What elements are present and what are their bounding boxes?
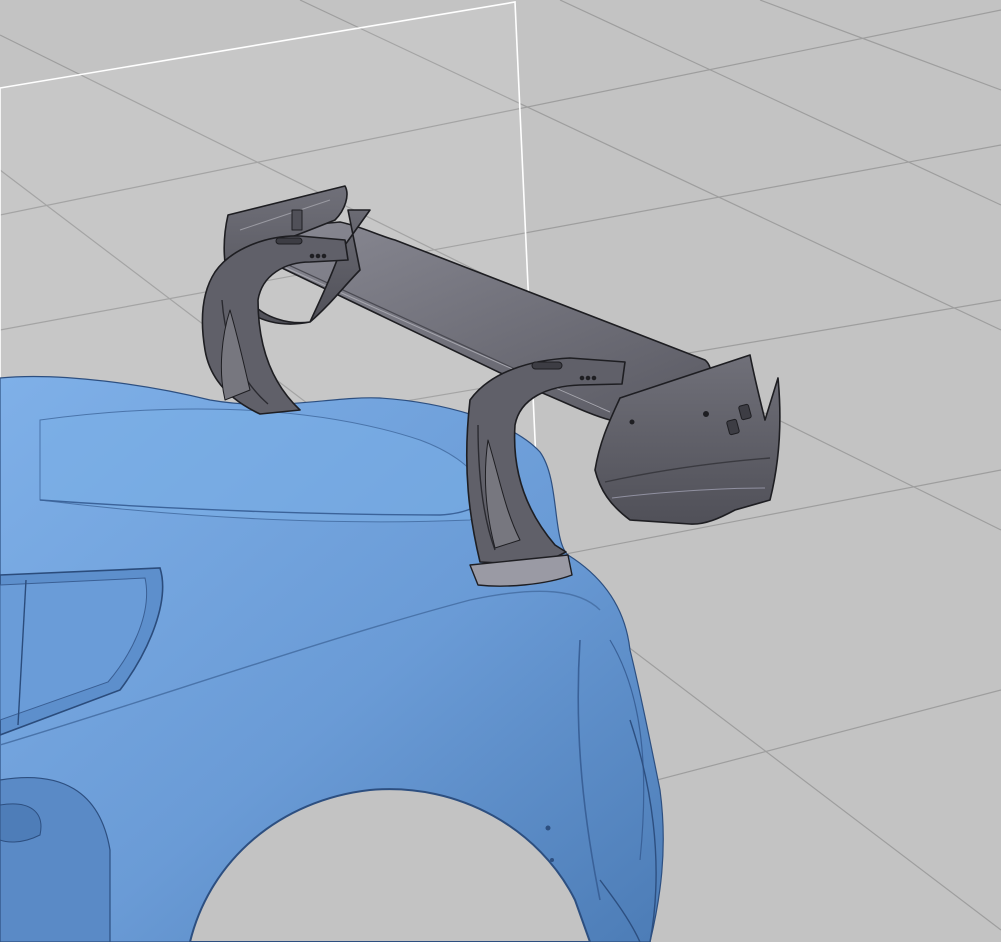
3d-viewport[interactable] — [0, 0, 1001, 942]
car-body-model[interactable] — [0, 375, 664, 942]
3d-scene[interactable] — [0, 0, 1001, 942]
